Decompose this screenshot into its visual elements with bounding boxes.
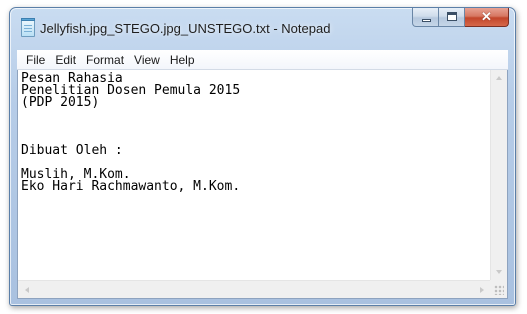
menu-bar: File Edit Format View Help (17, 50, 508, 70)
scroll-down-icon[interactable] (496, 270, 502, 274)
menu-file[interactable]: File (21, 53, 50, 67)
scroll-left-icon[interactable] (25, 287, 29, 293)
text-line: Eko Hari Rachmawanto, M.Kom. (21, 179, 241, 194)
notepad-icon[interactable] (21, 18, 35, 37)
window-title: Jellyfish.jpg_STEGO.jpg_UNSTEGO.txt - No… (40, 21, 331, 36)
close-button[interactable]: ✕ (465, 8, 509, 27)
client-area: Pesan Rahasia Penelitian Dosen Pemula 201… (17, 70, 508, 299)
maximize-icon (447, 12, 457, 21)
text-line: (PDP 2015) (21, 95, 100, 110)
text-line (21, 121, 491, 133)
vertical-scrollbar[interactable] (490, 70, 507, 280)
text-line: Dibuat Oleh : (21, 143, 123, 158)
title-bar[interactable]: Jellyfish.jpg_STEGO.jpg_UNSTEGO.txt - No… (10, 8, 515, 48)
scroll-up-icon[interactable] (496, 76, 502, 80)
menu-edit[interactable]: Edit (50, 53, 81, 67)
caption-buttons: ✕ (412, 8, 509, 28)
minimize-icon (422, 19, 431, 22)
scroll-right-icon[interactable] (480, 287, 484, 293)
notepad-window: Jellyfish.jpg_STEGO.jpg_UNSTEGO.txt - No… (9, 7, 516, 306)
text-line (21, 109, 491, 121)
minimize-button[interactable] (412, 8, 439, 27)
menu-help[interactable]: Help (165, 53, 200, 67)
menu-view[interactable]: View (129, 53, 165, 67)
menu-format[interactable]: Format (81, 53, 129, 67)
text-editor[interactable]: Pesan Rahasia Penelitian Dosen Pemula 201… (18, 70, 491, 280)
close-icon: ✕ (481, 9, 492, 24)
horizontal-scrollbar[interactable] (18, 280, 491, 298)
resize-corner[interactable] (490, 280, 507, 298)
maximize-button[interactable] (439, 8, 465, 27)
resize-grip-icon[interactable] (494, 285, 504, 295)
